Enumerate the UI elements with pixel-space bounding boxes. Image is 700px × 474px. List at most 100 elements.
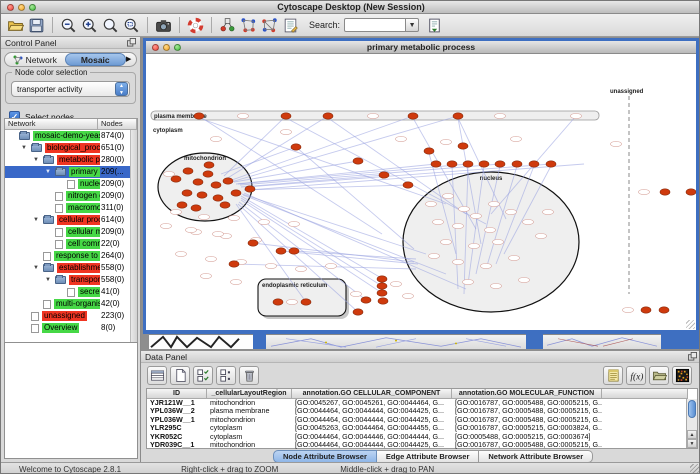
window-resize-grip[interactable]: [690, 464, 700, 474]
network-node[interactable]: [485, 227, 496, 232]
network-node[interactable]: [194, 113, 204, 119]
background-window-fragment[interactable]: [661, 334, 699, 349]
network-node[interactable]: [266, 263, 277, 268]
table-column-header[interactable]: ID: [147, 389, 207, 399]
network-node[interactable]: [351, 291, 362, 296]
network-node[interactable]: [639, 189, 650, 194]
tree-expander-icon[interactable]: ▼: [21, 142, 27, 154]
network-node[interactable]: [191, 205, 201, 211]
network-node[interactable]: [458, 143, 468, 149]
network-node[interactable]: [481, 263, 492, 268]
network-node[interactable]: [199, 214, 210, 219]
network-node[interactable]: [489, 201, 500, 206]
network-node[interactable]: [281, 129, 292, 134]
network-node[interactable]: [245, 186, 255, 192]
scrollbar-thumb[interactable]: [688, 400, 696, 418]
network-node[interactable]: [231, 279, 242, 284]
network-node[interactable]: [220, 202, 230, 208]
network-node[interactable]: [686, 189, 696, 195]
apply-layout-icon[interactable]: [238, 15, 259, 35]
network-node[interactable]: [441, 239, 452, 244]
network-node[interactable]: [182, 190, 192, 196]
network-node[interactable]: [301, 299, 311, 305]
network-node[interactable]: [197, 192, 207, 198]
tree-row[interactable]: secretion41(0): [5, 286, 137, 298]
view-resize-grip[interactable]: [686, 320, 695, 329]
function-builder-icon[interactable]: f(x): [626, 366, 646, 385]
network-node[interactable]: [353, 158, 363, 164]
network-node[interactable]: [259, 219, 270, 224]
snapshot-icon[interactable]: [153, 15, 174, 35]
network-node[interactable]: [431, 161, 441, 167]
node-color-select[interactable]: transporter activity ▲▼: [11, 81, 130, 97]
zoom-window-button[interactable]: [29, 4, 36, 11]
network-node[interactable]: [296, 266, 307, 271]
table-row[interactable]: YPL036W__1mitochondrion[GO:0044464, GO:0…: [147, 416, 697, 424]
network-node[interactable]: [463, 161, 473, 167]
network-node[interactable]: [164, 171, 175, 176]
app-titlebar[interactable]: Cytoscape Desktop (New Session): [1, 1, 700, 14]
background-window-fragment[interactable]: [543, 334, 661, 349]
network-node[interactable]: [211, 136, 222, 141]
tree-column-network[interactable]: Network: [5, 119, 98, 130]
search-input[interactable]: [344, 18, 406, 32]
network-node[interactable]: [523, 219, 534, 224]
tree-row[interactable]: ▼biological_process651(0): [5, 142, 137, 154]
network-node[interactable]: [453, 113, 463, 119]
network-node[interactable]: [426, 201, 437, 206]
table-row[interactable]: YKR052Ccytoplasm[GO:0044464, GO:0044446,…: [147, 433, 697, 441]
network-node[interactable]: [571, 113, 582, 118]
tree-row[interactable]: ▼cellular process614(0): [5, 214, 137, 226]
tree-row[interactable]: mosaic-demo-yeast874(0): [5, 130, 137, 142]
tree-row[interactable]: Overview8(0): [5, 322, 137, 334]
network-edge[interactable]: [226, 116, 328, 179]
network-node[interactable]: [403, 182, 413, 188]
tree-row[interactable]: ▼transport558(0): [5, 274, 137, 286]
network-node[interactable]: [276, 248, 286, 254]
network-node[interactable]: [361, 297, 371, 303]
network-view-window[interactable]: primary metabolic process plasma membran…: [143, 38, 699, 334]
zoom-out-icon[interactable]: [58, 15, 79, 35]
network-canvas[interactable]: plasma membranecytoplasmmitochondrionnuc…: [146, 54, 696, 330]
network-edge[interactable]: [241, 198, 382, 286]
tree-row[interactable]: nitrogen compo209(0): [5, 190, 137, 202]
table-row[interactable]: YJR121W__1mitochondrion[GO:0045267, GO:0…: [147, 399, 697, 407]
tree-row[interactable]: unassigned223(0): [5, 310, 137, 322]
background-window-fragment[interactable]: [266, 334, 526, 349]
network-canvas-container[interactable]: plasma membranecytoplasmmitochondrionnuc…: [146, 54, 696, 330]
tree-row[interactable]: ▼establishment of lo558(0): [5, 262, 137, 274]
network-node[interactable]: [493, 239, 504, 244]
network-node[interactable]: [396, 136, 407, 141]
network-node[interactable]: [176, 251, 187, 256]
network-node[interactable]: [368, 113, 379, 118]
zoom-view-button[interactable]: [174, 44, 181, 51]
network-node[interactable]: [447, 161, 457, 167]
scroll-up-icon[interactable]: ▲: [687, 430, 697, 439]
zoom-in-icon[interactable]: [79, 15, 100, 35]
table-column-header[interactable]: _cellularLayoutRegion: [207, 389, 292, 399]
tree-expander-icon[interactable]: ▼: [33, 214, 39, 226]
network-node[interactable]: [377, 290, 387, 296]
force-layout-icon[interactable]: [259, 15, 280, 35]
network-node[interactable]: [529, 161, 539, 167]
attribute-table-icon[interactable]: [147, 366, 167, 385]
network-node[interactable]: [491, 283, 502, 288]
network-node[interactable]: [186, 227, 197, 232]
network-node[interactable]: [660, 189, 670, 195]
tree-row[interactable]: cell communicat22(0): [5, 238, 137, 250]
background-window-fragment[interactable]: [526, 334, 543, 349]
scroll-down-icon[interactable]: ▼: [687, 439, 697, 448]
network-node[interactable]: [408, 113, 418, 119]
tree-row[interactable]: nucleobase-209(0): [5, 178, 137, 190]
table-row[interactable]: YDR039C__1mitochondrion[GO:0044464, GO:0…: [147, 441, 697, 449]
network-node[interactable]: [459, 206, 470, 211]
network-node[interactable]: [403, 293, 414, 298]
more-tabs-arrow-icon[interactable]: ▶: [126, 53, 136, 66]
tree-expander-icon[interactable]: ▼: [45, 166, 51, 178]
network-node[interactable]: [377, 276, 387, 282]
unselect-attributes-icon[interactable]: [216, 366, 236, 385]
network-node[interactable]: [495, 161, 505, 167]
network-node[interactable]: [479, 161, 489, 167]
network-node[interactable]: [323, 113, 333, 119]
network-node[interactable]: [506, 209, 517, 214]
